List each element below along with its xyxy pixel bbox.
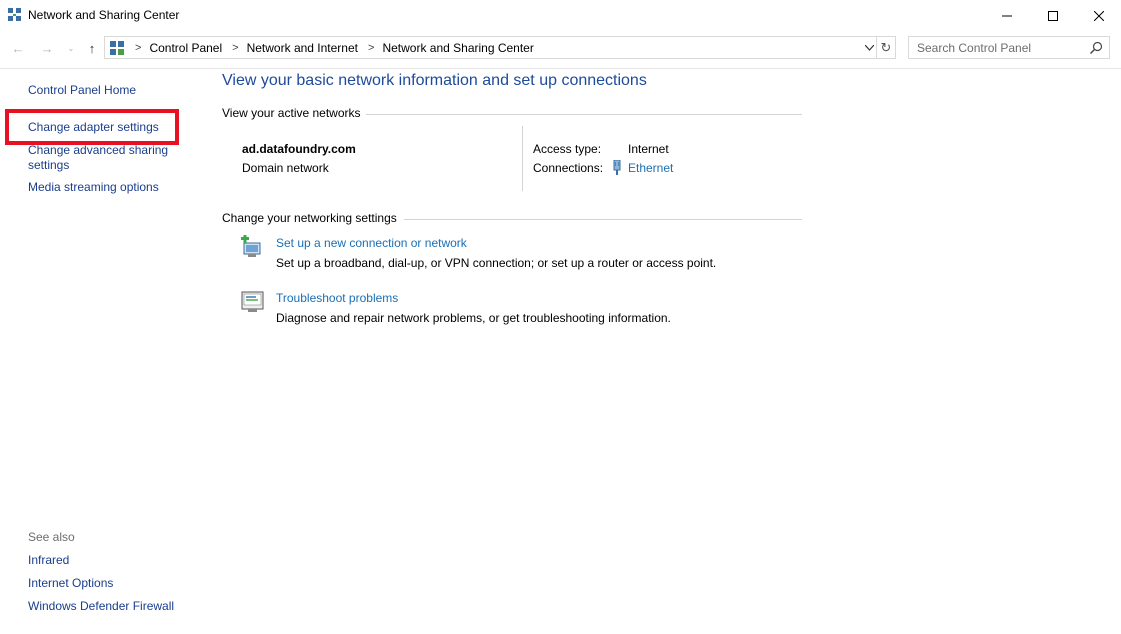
up-button[interactable]: ↑ [82,38,102,58]
sidebar-link-change-adapter-settings[interactable]: Change adapter settings [28,120,159,135]
connections-label: Connections: [533,161,604,175]
ethernet-connection-link[interactable]: Ethernet [628,161,673,175]
breadcrumb-network-and-internet[interactable]: Network and Internet [247,41,358,55]
search-icon [1090,41,1103,54]
search-placeholder: Search Control Panel [917,40,1032,55]
troubleshoot-icon [241,291,264,312]
refresh-icon: ↻ [880,39,892,55]
address-dropdown-button[interactable] [862,37,876,58]
chevron-right-icon: > [232,41,239,54]
troubleshoot-problems-link[interactable]: Troubleshoot problems [276,291,398,305]
setup-connection-description: Set up a broadband, dial-up, or VPN conn… [276,256,717,270]
minimize-icon [1002,15,1012,17]
breadcrumb-control-panel[interactable]: Control Panel [149,41,222,55]
active-networks-heading: View your active networks [222,106,361,120]
setup-connection-link[interactable]: Set up a new connection or network [276,236,467,250]
access-type-label: Access type: [533,142,602,156]
forward-arrow-icon: → [40,40,54,56]
sidebar-link-change-advanced-sharing-settings[interactable]: Change advanced sharing settings [28,143,178,173]
section-divider [366,114,802,115]
window-title: Network and Sharing Center [28,8,180,22]
see-also-link-windows-defender-firewall[interactable]: Windows Defender Firewall [28,599,174,614]
sidebar-link-media-streaming-options[interactable]: Media streaming options [28,180,159,195]
address-bar[interactable]: > Control Panel > Network and Internet >… [104,36,877,59]
breadcrumb-network-and-sharing-center[interactable]: Network and Sharing Center [382,41,533,55]
close-icon [1094,11,1104,21]
minimize-button[interactable] [984,0,1030,32]
refresh-button[interactable]: ↻ [877,36,896,59]
search-input[interactable]: Search Control Panel [908,36,1110,59]
chevron-down-icon [864,44,874,51]
access-type-value: Internet [628,142,669,156]
change-settings-heading: Change your networking settings [222,211,397,225]
page-title: View your basic network information and … [222,72,647,89]
title-bar: Network and Sharing Center [0,0,1121,32]
see-also-heading: See also [28,530,75,544]
network-category: Domain network [242,161,329,175]
back-arrow-icon: ← [11,40,25,56]
new-connection-icon [241,235,261,257]
sidebar: Control Panel Home Change adapter settin… [0,69,200,634]
section-divider [404,219,802,220]
sidebar-link-control-panel-home[interactable]: Control Panel Home [28,83,136,98]
chevron-right-icon: > [368,41,375,54]
ethernet-icon [613,160,621,175]
troubleshoot-problems-description: Diagnose and repair network problems, or… [276,311,671,325]
see-also-link-infrared[interactable]: Infrared [28,553,69,568]
network-center-icon [8,8,21,21]
recent-locations-button[interactable]: ⌄ [61,38,81,58]
maximize-button[interactable] [1030,0,1076,32]
control-panel-icon [110,40,124,55]
up-arrow-icon: ↑ [88,40,96,56]
forward-button[interactable]: → [37,38,57,58]
chevron-right-icon: > [135,41,142,54]
chevron-down-icon: ⌄ [67,43,75,53]
close-button[interactable] [1076,0,1121,32]
network-name: ad.datafoundry.com [242,142,356,156]
see-also-link-internet-options[interactable]: Internet Options [28,576,113,591]
back-button[interactable]: ← [8,38,28,58]
navigation-bar: ← → ⌄ ↑ > Control Panel > Network and In… [0,36,1121,60]
maximize-icon [1048,11,1058,21]
vertical-divider [522,126,523,191]
